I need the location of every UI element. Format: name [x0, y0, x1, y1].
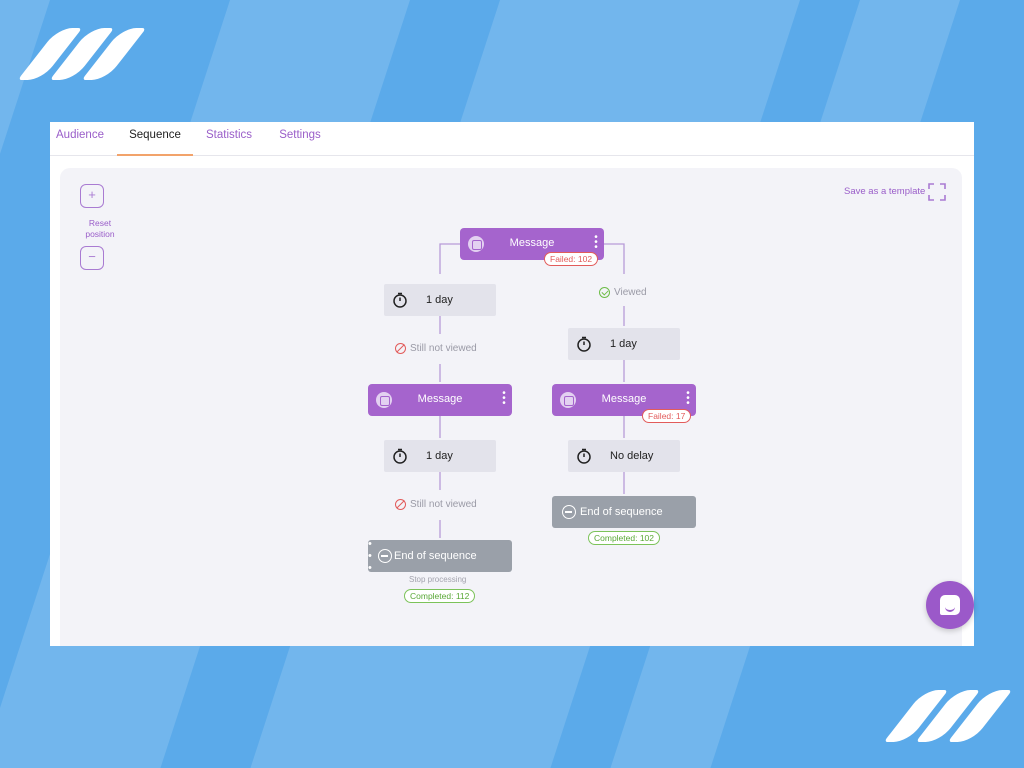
- more-dots-icon[interactable]: • • •: [686, 389, 690, 409]
- stop-processing-label: Stop processing: [409, 575, 467, 584]
- condition-text: Still not viewed: [410, 343, 477, 354]
- end-icon: [378, 549, 392, 563]
- message-node-label: Message: [509, 237, 555, 249]
- logo-mark-icon: [883, 690, 1018, 742]
- end-label: End of sequence: [394, 550, 477, 562]
- more-dots-icon[interactable]: • • •: [594, 233, 598, 253]
- delay-label: 1 day: [426, 294, 453, 306]
- more-dots-icon[interactable]: • • •: [368, 538, 372, 574]
- condition-label: Viewed: [599, 287, 647, 298]
- not-viewed-icon: [395, 499, 406, 510]
- delay-label: 1 day: [426, 450, 453, 462]
- delay-label: No delay: [610, 450, 654, 462]
- end-of-sequence-node[interactable]: End of sequence • • •: [368, 538, 512, 574]
- delay-node[interactable]: 1 day: [384, 440, 496, 472]
- message-node-label: Message: [601, 393, 647, 405]
- message-node[interactable]: Message • • •: [368, 384, 512, 416]
- delay-node[interactable]: 1 day: [568, 328, 680, 360]
- timer-icon: [577, 336, 591, 352]
- end-icon: [562, 505, 576, 519]
- chat-icon: [940, 595, 960, 615]
- not-viewed-icon: [395, 343, 406, 354]
- condition-label: Still not viewed: [395, 499, 477, 510]
- timer-icon: [393, 292, 407, 308]
- condition-text: Viewed: [614, 287, 647, 298]
- timer-icon: [577, 448, 591, 464]
- failed-badge: Failed: 102: [544, 252, 599, 266]
- delay-label: 1 day: [610, 338, 637, 350]
- logo-mark-icon: [17, 28, 152, 80]
- more-dots-icon[interactable]: • • •: [502, 389, 506, 409]
- condition-label: Still not viewed: [395, 343, 477, 354]
- viewed-check-icon: [599, 287, 610, 298]
- message-node-label: Message: [417, 393, 463, 405]
- end-of-sequence-node[interactable]: End of sequence: [552, 496, 696, 528]
- delay-node[interactable]: No delay: [568, 440, 680, 472]
- app-window: Audience Sequence Statistics Settings + …: [50, 122, 974, 646]
- completed-badge: Completed: 112: [404, 589, 476, 603]
- flow-connectors: [439, 243, 625, 538]
- completed-badge: Completed: 102: [588, 531, 661, 545]
- condition-text: Still not viewed: [410, 499, 477, 510]
- chat-launcher-button[interactable]: [926, 581, 974, 629]
- end-label: End of sequence: [580, 506, 663, 518]
- delay-node[interactable]: 1 day: [384, 284, 496, 316]
- failed-badge: Failed: 17: [642, 409, 692, 423]
- timer-icon: [393, 448, 407, 464]
